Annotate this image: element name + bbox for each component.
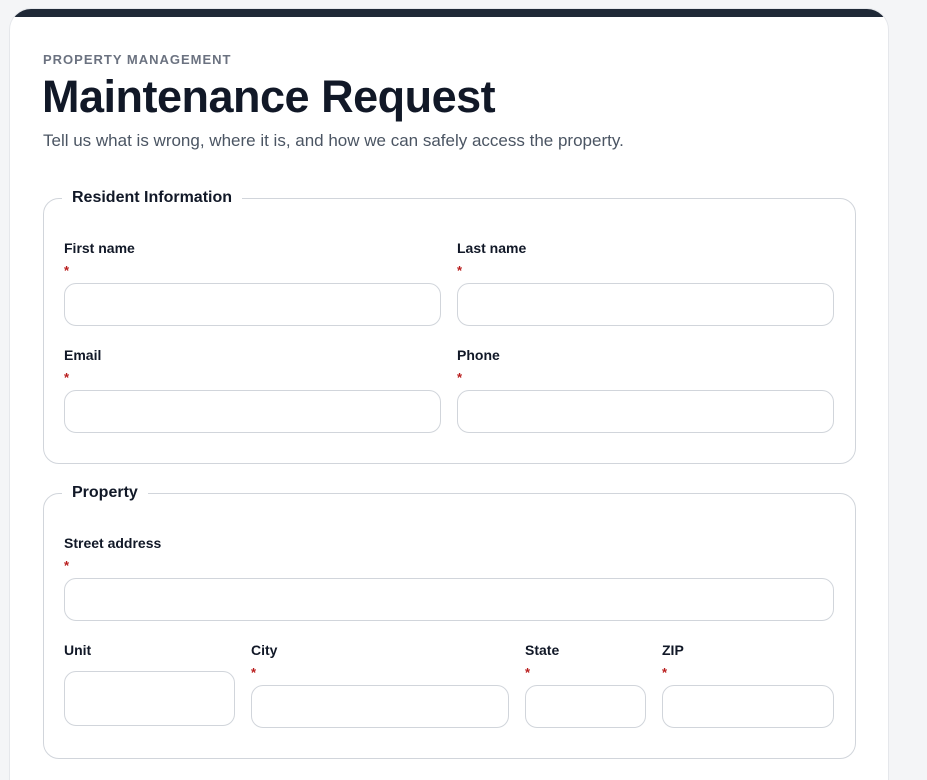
first-name-input[interactable]	[64, 283, 441, 326]
last-name-input[interactable]	[457, 283, 834, 326]
last-name-field: Last name *	[457, 240, 834, 326]
unit-input[interactable]	[64, 671, 235, 726]
city-label: City	[251, 642, 278, 658]
required-marker: *	[457, 370, 463, 385]
email-input[interactable]	[64, 390, 441, 433]
required-marker: *	[64, 263, 70, 278]
first-name-label: First name	[64, 240, 135, 256]
zip-label: ZIP	[662, 642, 684, 658]
required-marker: *	[64, 558, 70, 573]
page-subtitle: Tell us what is wrong, where it is, and …	[43, 131, 624, 150]
zip-input[interactable]	[662, 685, 834, 728]
phone-label: Phone	[457, 347, 500, 363]
email-field: Email *	[64, 347, 441, 433]
email-label: Email	[64, 347, 102, 363]
unit-label: Unit	[64, 642, 92, 658]
resident-information-section: Resident Information First name * Last n…	[43, 189, 856, 464]
city-field: City *	[251, 642, 509, 728]
required-marker: *	[457, 263, 463, 278]
unit-field: Unit	[64, 642, 235, 726]
street-address-label: Street address	[64, 535, 162, 551]
required-marker: *	[251, 665, 257, 680]
state-field: State *	[525, 642, 646, 728]
required-marker: *	[64, 370, 70, 385]
street-address-field: Street address *	[64, 535, 834, 621]
card-accent-bar	[10, 9, 888, 17]
request-form-card: PROPERTY MANAGEMENT Maintenance Request …	[9, 8, 889, 780]
last-name-label: Last name	[457, 240, 527, 256]
first-name-field: First name *	[64, 240, 441, 326]
resident-section-legend: Resident Information	[72, 189, 233, 206]
required-marker: *	[525, 665, 531, 680]
phone-field: Phone *	[457, 347, 834, 433]
eyebrow-label: PROPERTY MANAGEMENT	[43, 52, 232, 67]
state-label: State	[525, 642, 560, 658]
state-input[interactable]	[525, 685, 646, 728]
property-section: Property Street address * Unit City * St…	[43, 484, 856, 759]
zip-field: ZIP *	[662, 642, 834, 728]
page-title: Maintenance Request	[42, 71, 496, 122]
city-input[interactable]	[251, 685, 509, 728]
required-marker: *	[662, 665, 668, 680]
property-section-legend: Property	[72, 484, 138, 501]
street-address-input[interactable]	[64, 578, 834, 621]
phone-input[interactable]	[457, 390, 834, 433]
